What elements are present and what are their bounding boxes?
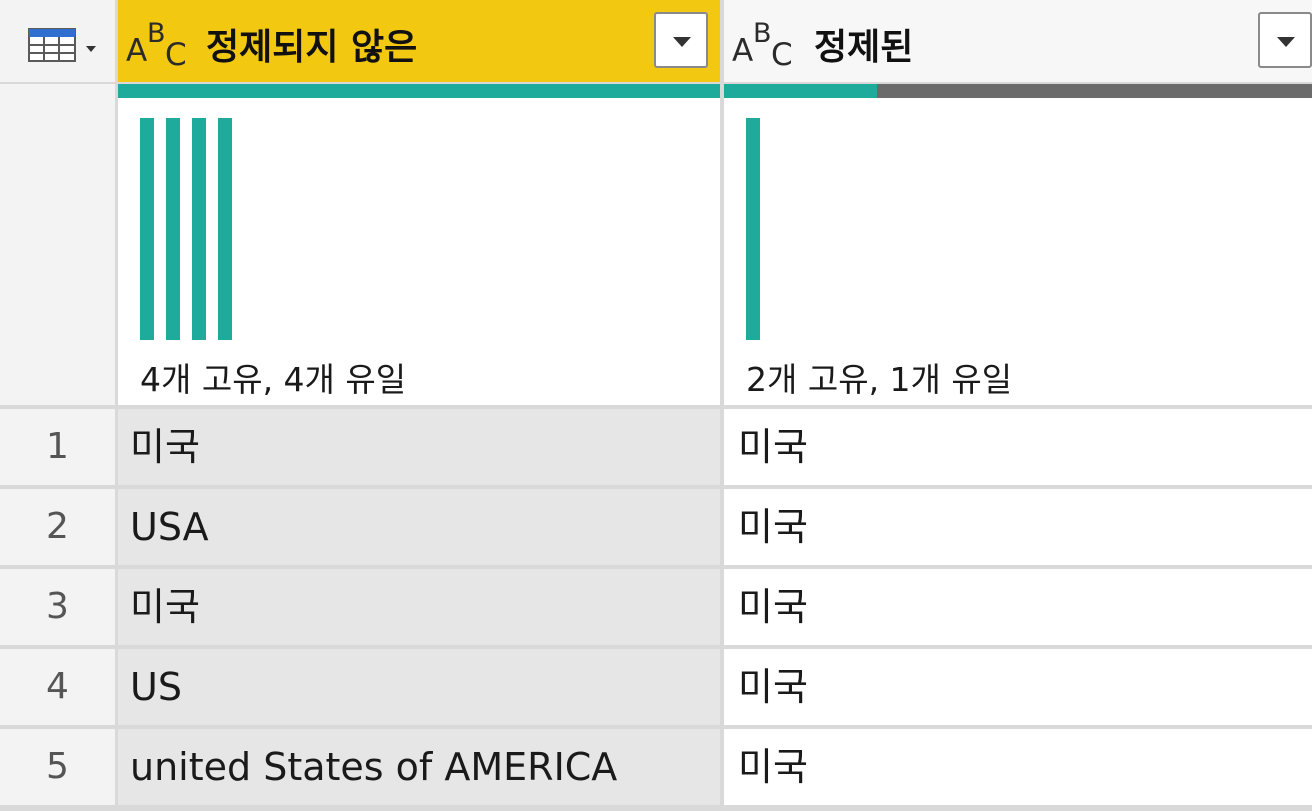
table-cell[interactable]: 미국 <box>118 569 720 645</box>
column-filter-button[interactable] <box>654 12 708 68</box>
distribution-bar[interactable] <box>140 118 154 340</box>
quality-error-segment <box>876 84 1312 98</box>
table-cell[interactable]: US <box>118 649 720 725</box>
table-icon <box>28 28 76 62</box>
column-header-uncleaned[interactable]: A B C 정제되지 않은 <box>118 0 720 82</box>
row-number[interactable]: 1 <box>0 409 115 485</box>
table-cell[interactable]: 미국 <box>724 409 1312 485</box>
column-header-label: 정제된 <box>814 27 914 68</box>
column-header-cleaned[interactable]: A B C 정제된 <box>724 0 1312 82</box>
chevron-down-icon <box>86 46 96 52</box>
distinct-unique-summary: 2개 고유, 1개 유일 <box>746 360 1013 399</box>
row-number[interactable]: 5 <box>0 729 115 805</box>
table-cell[interactable]: USA <box>118 489 720 565</box>
distribution-bar[interactable] <box>192 118 206 340</box>
column-quality-bar[interactable] <box>724 84 1312 98</box>
text-type-icon[interactable]: A B C <box>126 18 190 73</box>
column-header-label: 정제되지 않은 <box>206 27 418 68</box>
column-filter-button[interactable] <box>1258 12 1312 68</box>
data-preview-grid: A B C 정제되지 않은 A B C 정제된 4개 고유, 4개 유일 2개 … <box>0 0 1312 811</box>
dropdown-arrow-icon <box>1277 37 1295 47</box>
table-cell[interactable]: united States of AMERICA <box>118 729 720 805</box>
value-distribution-chart[interactable] <box>140 118 440 340</box>
distribution-bar[interactable] <box>218 118 232 340</box>
distribution-bar[interactable] <box>746 118 760 340</box>
value-distribution-chart[interactable] <box>746 118 1046 340</box>
dropdown-arrow-icon <box>673 37 691 47</box>
distinct-unique-summary: 4개 고유, 4개 유일 <box>140 360 407 399</box>
table-menu-button[interactable] <box>0 0 115 82</box>
column-profile-uncleaned: 4개 고유, 4개 유일 <box>118 98 720 405</box>
table-cell[interactable]: 미국 <box>724 569 1312 645</box>
column-profile-cleaned: 2개 고유, 1개 유일 <box>724 98 1312 405</box>
quality-valid-segment <box>118 84 720 98</box>
table-cell[interactable]: 미국 <box>724 729 1312 805</box>
table-cell[interactable]: 미국 <box>724 649 1312 725</box>
quality-valid-segment <box>724 84 877 98</box>
text-type-icon[interactable]: A B C <box>732 18 796 73</box>
table-cell[interactable]: 미국 <box>118 409 720 485</box>
table-cell[interactable]: 미국 <box>724 489 1312 565</box>
row-number[interactable]: 2 <box>0 489 115 565</box>
distribution-bar[interactable] <box>166 118 180 340</box>
row-number-gutter <box>0 84 115 405</box>
row-number[interactable]: 3 <box>0 569 115 645</box>
column-quality-bar[interactable] <box>118 84 720 98</box>
row-number[interactable]: 4 <box>0 649 115 725</box>
